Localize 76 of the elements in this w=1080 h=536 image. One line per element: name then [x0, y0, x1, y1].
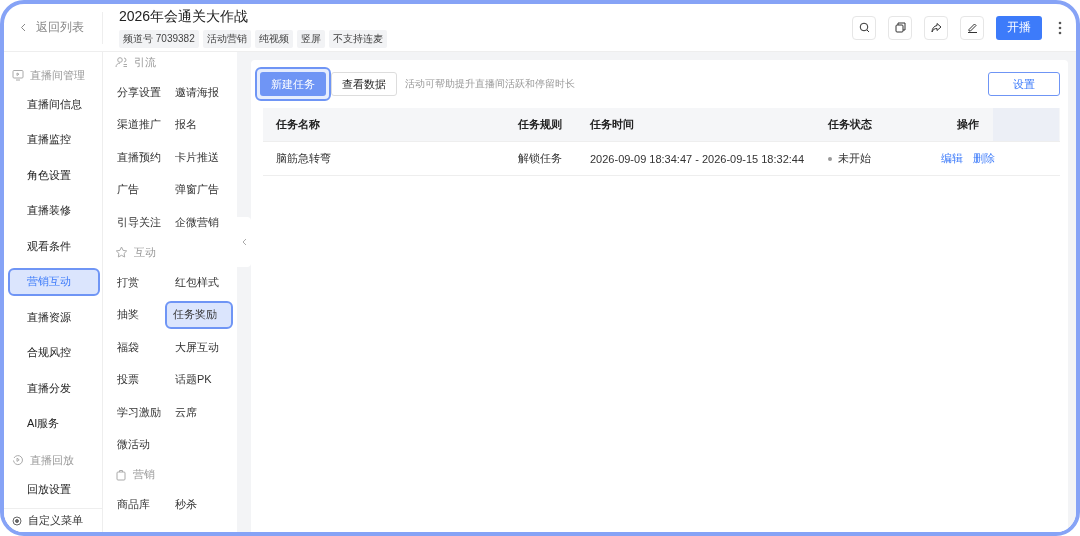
- submenu-item[interactable]: 任务奖励: [165, 300, 233, 329]
- bag-icon: [115, 468, 127, 481]
- settings-button[interactable]: 设置: [988, 72, 1060, 96]
- more-icon[interactable]: [1058, 20, 1062, 35]
- channel-tag: 频道号 7039382: [119, 29, 199, 48]
- submenu-item[interactable]: 学习激励: [111, 398, 169, 426]
- submenu-item[interactable]: 引导关注: [111, 208, 169, 236]
- action-link[interactable]: 删除: [973, 151, 995, 166]
- group-heading: 营销: [133, 467, 155, 482]
- copy-icon: [894, 22, 906, 33]
- start-live-button[interactable]: 开播: [996, 15, 1042, 40]
- sidebar-item[interactable]: 直播监控: [8, 125, 100, 154]
- channel-tag: 活动营销: [202, 29, 251, 48]
- column-header: 任务名称: [275, 117, 321, 132]
- submenu-item[interactable]: 直播预约: [111, 143, 169, 171]
- submenu-item[interactable]: 话题PK: [169, 365, 233, 394]
- sidebar-item[interactable]: 直播资源: [8, 303, 100, 331]
- submenu-item[interactable]: 微活动: [111, 430, 169, 459]
- action-link[interactable]: 编辑: [941, 151, 963, 166]
- submenu-item[interactable]: 投票: [111, 365, 169, 394]
- page-title: 2026年会通关大作战: [119, 7, 250, 26]
- table-cell-text: 解锁任务: [517, 151, 563, 166]
- submenu-item[interactable]: 渠道推广: [111, 110, 169, 139]
- target-icon: [12, 515, 22, 526]
- column-header: 操作: [956, 117, 980, 132]
- sidebar-item[interactable]: 合规风控: [8, 338, 100, 367]
- view-data-button[interactable]: 查看数据: [331, 72, 397, 96]
- submenu-item[interactable]: 秒杀: [169, 490, 233, 519]
- submenu-item[interactable]: 报名: [169, 110, 233, 139]
- submenu-item[interactable]: 红包样式: [169, 268, 233, 296]
- submenu-item[interactable]: 云席: [169, 398, 233, 426]
- submenu-item[interactable]: 商品库: [111, 490, 169, 519]
- hint-text: 活动可帮助提升直播间活跃和停留时长: [405, 77, 576, 91]
- submenu-item[interactable]: 福袋: [111, 333, 169, 361]
- share-button[interactable]: [924, 15, 948, 40]
- search-button[interactable]: [852, 15, 876, 40]
- sidebar-item[interactable]: 直播间信息: [8, 90, 100, 118]
- channel-tag: 纯视频: [254, 29, 293, 48]
- sidebar-item[interactable]: 直播装修: [8, 196, 100, 225]
- back-link[interactable]: 返回列表: [4, 11, 103, 44]
- submenu-item[interactable]: 分享设置: [111, 78, 169, 106]
- star-icon: [115, 246, 128, 258]
- column-header: 任务状态: [828, 117, 873, 132]
- submenu-item[interactable]: 邀请海报: [169, 78, 233, 106]
- copy-button[interactable]: [888, 15, 912, 40]
- submenu-item[interactable]: 打赏: [111, 268, 169, 296]
- monitor-icon: [12, 69, 24, 81]
- submenu-item[interactable]: 卡片推送: [169, 143, 233, 171]
- submenu-item[interactable]: 弹窗广告: [169, 175, 233, 204]
- custom-menu-link[interactable]: 自定义菜单: [28, 513, 83, 528]
- share-icon: [930, 22, 942, 33]
- section-heading: 直播回放: [30, 452, 74, 468]
- edit-button[interactable]: [960, 15, 984, 40]
- pencil-icon: [966, 22, 978, 33]
- status-cell: 未开始: [828, 151, 927, 166]
- submenu-item[interactable]: 大屏互动: [169, 333, 233, 361]
- replay-icon: [12, 454, 24, 466]
- column-header: 任务规则: [517, 117, 563, 132]
- channel-tag: 不支持连麦: [328, 29, 387, 48]
- search-icon: [858, 22, 870, 33]
- table-cell-text: 2026-09-09 18:34:47 - 2026-09-15 18:32:44: [589, 152, 806, 165]
- sidebar-item[interactable]: AI服务: [8, 409, 100, 438]
- submenu-item[interactable]: 广告: [111, 175, 169, 204]
- section-heading: 直播间管理: [30, 67, 85, 83]
- group-heading: 互动: [134, 244, 156, 260]
- users-icon: [115, 56, 128, 68]
- table-cell-text: 脑筋急转弯: [275, 151, 332, 166]
- sidebar-item[interactable]: 角色设置: [8, 161, 100, 189]
- sidebar-item[interactable]: 回放设置: [8, 475, 100, 503]
- column-header: 任务时间: [589, 117, 635, 132]
- sidebar-item[interactable]: 观看条件: [8, 232, 100, 260]
- channel-tag: 竖屏: [296, 29, 325, 48]
- submenu-item[interactable]: 企微营销: [169, 208, 233, 236]
- group-heading: 引流: [134, 54, 156, 70]
- sidebar-item[interactable]: 直播分发: [8, 374, 100, 402]
- chevron-left-icon: [20, 23, 26, 32]
